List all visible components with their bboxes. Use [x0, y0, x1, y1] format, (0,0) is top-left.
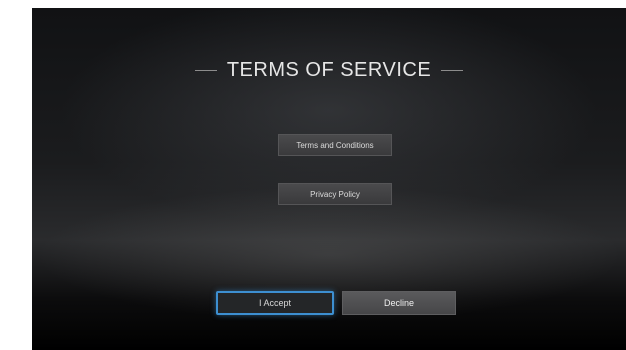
title-right-rule [441, 69, 464, 71]
decline-button[interactable]: Decline [342, 291, 456, 315]
page-title: TERMS OF SERVICE [226, 59, 432, 81]
accept-button[interactable]: I Accept [216, 291, 334, 315]
title-row: TERMS OF SERVICE [32, 56, 626, 84]
title-left-rule [194, 69, 217, 71]
terms-and-conditions-button[interactable]: Terms and Conditions [278, 134, 392, 156]
privacy-policy-button[interactable]: Privacy Policy [278, 183, 392, 205]
terms-of-service-screen: TERMS OF SERVICE Terms and Conditions Pr… [32, 8, 626, 350]
